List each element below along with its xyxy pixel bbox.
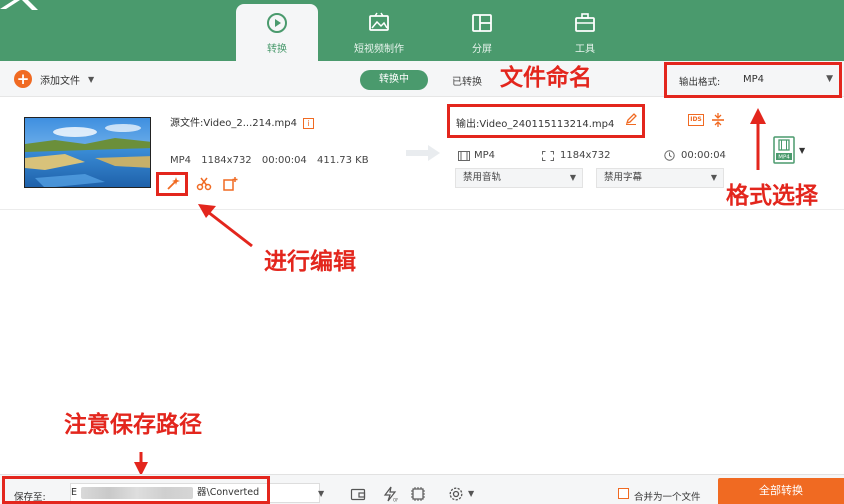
toolbox-icon	[575, 13, 595, 32]
tab-convert[interactable]: 转换	[236, 4, 318, 61]
source-duration: 00:00:04	[261, 155, 307, 166]
output-format-label: 输出格式:	[679, 77, 721, 88]
enhance-icon[interactable]	[222, 176, 238, 192]
output-format: MP4	[474, 150, 496, 161]
annotation-save-path: 注意保存路径	[64, 412, 202, 438]
video-thumbnail[interactable]	[24, 117, 151, 188]
chevron-down-icon[interactable]: ▼	[799, 146, 805, 155]
split-icon[interactable]	[712, 113, 724, 127]
plus-icon: +	[14, 70, 32, 88]
source-label: 源文件:	[170, 118, 204, 129]
ids-icon[interactable]: IDS	[688, 114, 704, 126]
split-screen-icon	[472, 14, 492, 32]
output-format-value: MP4	[743, 74, 765, 85]
info-icon[interactable]: i	[303, 117, 315, 129]
save-path-highlight-box	[2, 476, 270, 504]
tab-short-video[interactable]: 短视频制作	[338, 4, 420, 61]
tab-converting[interactable]: 转换中	[360, 70, 428, 90]
app-logo-icon	[0, 0, 38, 10]
arrow-right-icon	[406, 145, 440, 161]
tab-split-screen[interactable]: 分屏	[441, 4, 523, 61]
subtitle-select[interactable]: 禁用字幕 ▼	[596, 168, 724, 188]
pencil-icon[interactable]	[625, 113, 637, 125]
resolution-icon	[542, 151, 554, 161]
source-size: 411.73 KB	[316, 155, 369, 166]
merge-checkbox[interactable]	[618, 488, 629, 499]
output-file-name[interactable]: 输出:Video_240115113214.mp4	[456, 115, 614, 130]
clock-icon	[664, 150, 675, 161]
merge-label: 合并为一个文件	[634, 492, 701, 503]
open-folder-icon[interactable]	[350, 486, 366, 502]
annotation-file-naming: 文件命名	[500, 65, 592, 91]
output-name-value: Video_240115113214.mp4	[479, 119, 615, 130]
subtitle-value: 禁用字幕	[604, 172, 643, 183]
source-file-name: Video_2...214.mp4	[203, 118, 298, 129]
top-nav-bar: 转换 短视频制作 分屏 工具	[0, 0, 844, 61]
hardware-acceleration-off-icon[interactable]: OFF	[382, 486, 398, 502]
source-meta: MP4 1184x732 00:00:04 411.73 KB	[170, 155, 376, 166]
mp4-format-icon[interactable]: MP4	[773, 136, 795, 164]
chevron-down-icon[interactable]: ▼	[318, 489, 324, 498]
output-format-selector[interactable]: 输出格式: MP4 ▼	[664, 62, 842, 98]
settings-gear-icon[interactable]	[448, 486, 464, 502]
short-video-icon	[369, 12, 389, 31]
audio-track-select[interactable]: 禁用音轨 ▼	[455, 168, 583, 188]
chevron-down-icon[interactable]: ▼	[468, 489, 474, 498]
output-resolution: 1184x732	[560, 150, 611, 161]
tab-label: 工具	[575, 44, 595, 55]
source-format: MP4	[170, 155, 192, 166]
add-file-button[interactable]: + 添加文件 ▼	[14, 69, 104, 89]
chevron-down-icon: ▼	[710, 173, 717, 182]
tab-label: 短视频制作	[354, 44, 404, 55]
tab-label: 转换	[267, 44, 287, 55]
annotation-edit: 进行编辑	[264, 249, 356, 275]
source-resolution: 1184x732	[201, 155, 252, 166]
landscape-thumbnail-image	[25, 118, 150, 187]
tab-label: 分屏	[472, 44, 492, 55]
mp4-badge-text: MP4	[778, 155, 790, 161]
output-label: 输出:	[456, 119, 480, 130]
output-duration: 00:00:04	[681, 150, 726, 161]
tab-converted[interactable]: 已转换	[452, 73, 482, 88]
chevron-down-icon: ▼	[569, 173, 576, 182]
chevron-down-icon[interactable]: ▼	[88, 75, 94, 84]
svg-text:OFF: OFF	[393, 498, 398, 503]
gpu-off-icon[interactable]	[410, 486, 426, 502]
video-format-icon	[458, 151, 470, 161]
convert-icon	[267, 13, 287, 33]
convert-all-button[interactable]: 全部转换	[718, 478, 844, 504]
audio-track-value: 禁用音轨	[463, 172, 502, 183]
tab-toolbox[interactable]: 工具	[544, 4, 626, 61]
annotation-format-select: 格式选择	[726, 183, 818, 209]
scissors-icon[interactable]	[196, 176, 212, 192]
add-file-label: 添加文件	[40, 75, 80, 87]
chevron-down-icon: ▼	[826, 74, 833, 84]
source-file: 源文件:Video_2...214.mp4 i	[170, 114, 315, 129]
magic-wand-edit-icon[interactable]	[165, 176, 181, 192]
